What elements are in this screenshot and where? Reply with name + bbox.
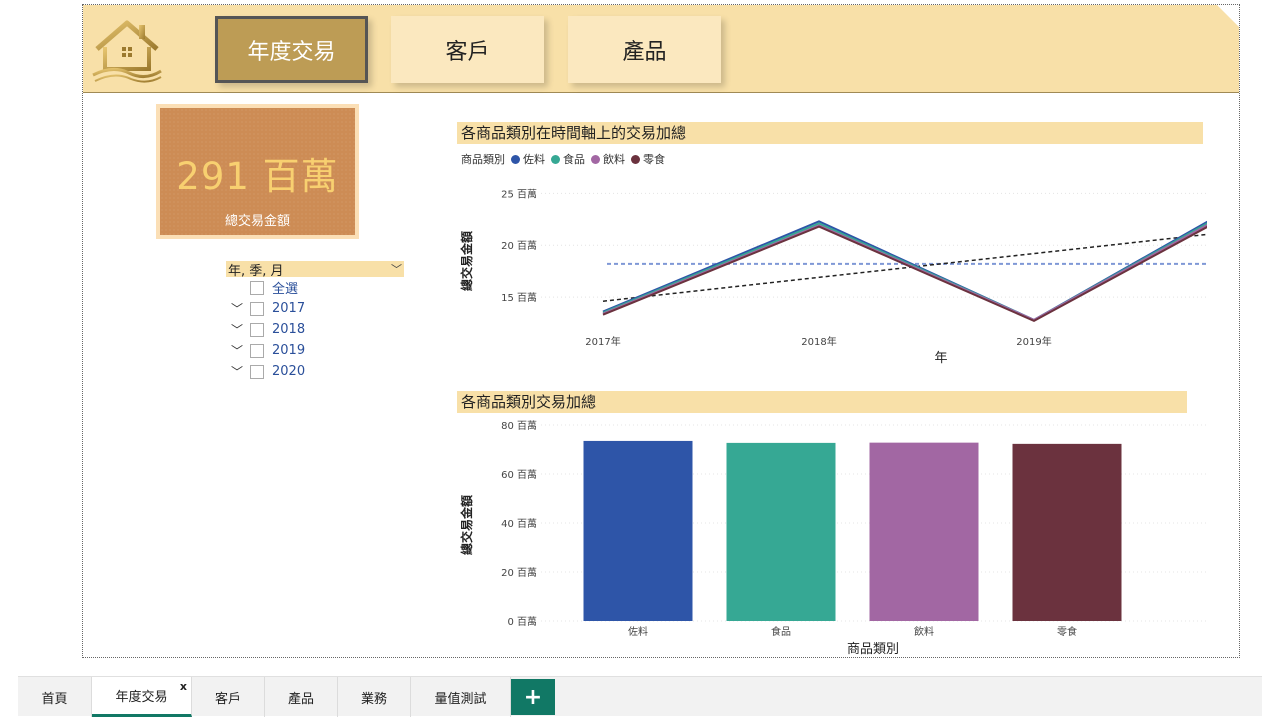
checkbox[interactable] <box>250 343 264 358</box>
x-tick-label: 零食 <box>1057 625 1077 638</box>
tab-customer[interactable]: 客戶 <box>192 677 265 717</box>
bar-chart[interactable]: 80 百萬 60 百萬 40 百萬 20 百萬 0 百萬 總交易金額佐料 食品 飲料 零食商品類… <box>447 415 1207 655</box>
tab-home[interactable]: 首頁 <box>18 677 92 717</box>
legend-item[interactable]: 零食 <box>631 151 665 167</box>
nav-customer-button[interactable]: 客戶 <box>391 16 544 83</box>
date-slicer: 年, 季, 月 ﹀ 全選 ﹀ 2017 ﹀ 2018 ﹀ 2019 ﹀ 2020 <box>226 261 404 382</box>
kpi-label: 總交易金額 <box>224 214 290 229</box>
y-tick-label: 20 百萬 <box>501 239 537 252</box>
legend-title: 商品類別 <box>461 153 505 166</box>
line-chart-title: 各商品類別在時間軸上的交易加總 <box>457 122 1203 144</box>
tab-sales[interactable]: 業務 <box>338 677 411 717</box>
y-tick-label: 40 百萬 <box>501 517 537 530</box>
trend-line <box>602 233 1207 302</box>
checkbox[interactable] <box>250 322 264 337</box>
y-tick-label: 25 百萬 <box>501 187 537 200</box>
slicer-item-2019[interactable]: ﹀ 2019 <box>226 340 404 361</box>
bar-零食 <box>1012 443 1122 621</box>
tab-product[interactable]: 產品 <box>265 677 338 717</box>
report-canvas: 年度交易 客戶 產品 291 百萬 總交易金額 年, 季, 月 ﹀ 全選 ﹀ 2… <box>82 4 1240 658</box>
slicer-item-label: 2018 <box>272 322 306 337</box>
expand-chevron-icon[interactable]: ﹀ <box>226 321 248 338</box>
nav-product-button[interactable]: 產品 <box>568 16 721 83</box>
bar-chart-title: 各商品類別交易加總 <box>457 391 1187 413</box>
y-axis-label: 總交易金額 <box>459 231 474 291</box>
legend-item[interactable]: 食品 <box>551 151 585 167</box>
report-header: 年度交易 客戶 產品 <box>83 5 1239 93</box>
slicer-item-label: 2017 <box>272 301 306 316</box>
checkbox[interactable] <box>250 301 264 316</box>
bar-食品 <box>726 442 836 621</box>
legend-dot <box>511 154 520 164</box>
slicer-item-2018[interactable]: ﹀ 2018 <box>226 319 404 340</box>
line-chart[interactable]: 25 百萬20 百萬15 百萬總交易金額2017年2018年2019年2020年… <box>447 173 1207 368</box>
legend-item[interactable]: 飲料 <box>591 151 625 167</box>
legend-item[interactable]: 佐料 <box>511 151 545 167</box>
kpi-value: 291 百萬 <box>176 155 339 198</box>
add-page-button[interactable]: + <box>511 679 555 715</box>
legend-dot <box>591 154 600 164</box>
y-tick-label: 0 百萬 <box>507 615 537 628</box>
legend-dot <box>631 154 640 164</box>
checkbox[interactable] <box>250 280 264 295</box>
slicer-title: 年, 季, 月 <box>228 263 284 279</box>
tab-annual-transactions[interactable]: 年度交易 x <box>92 677 192 717</box>
slicer-select-all[interactable]: 全選 <box>226 277 404 298</box>
total-amount-card: 291 百萬 總交易金額 <box>156 104 359 239</box>
x-tick-label: 2019年 <box>1016 335 1051 348</box>
bar-佐料 <box>583 440 693 621</box>
page-fold <box>1217 5 1239 27</box>
x-tick-label: 2018年 <box>801 335 836 348</box>
x-axis-label: 年 <box>934 351 947 366</box>
y-tick-label: 20 百萬 <box>501 566 537 579</box>
close-icon[interactable]: x <box>180 680 187 693</box>
x-tick-label: 食品 <box>771 625 791 638</box>
nav-annual-transactions-button[interactable]: 年度交易 <box>215 16 368 83</box>
tab-measure-test[interactable]: 量值測試 <box>411 677 511 717</box>
line-chart-legend: 商品類別 佐料 食品 飲料 零食 <box>461 151 665 167</box>
expand-chevron-icon[interactable]: ﹀ <box>226 363 248 380</box>
x-axis-label: 商品類別 <box>847 642 899 655</box>
x-tick-label: 飲料 <box>914 625 934 638</box>
y-tick-label: 15 百萬 <box>501 291 537 304</box>
slicer-item-2020[interactable]: ﹀ 2020 <box>226 361 404 382</box>
slicer-item-label: 2020 <box>272 364 306 379</box>
house-logo-icon <box>92 20 162 83</box>
slicer-header[interactable]: 年, 季, 月 ﹀ <box>226 261 404 279</box>
slicer-item-label: 全選 <box>272 282 299 297</box>
legend-dot <box>551 154 560 164</box>
series-line-佐料 <box>602 220 1207 322</box>
checkbox[interactable] <box>250 364 264 379</box>
y-tick-label: 80 百萬 <box>501 419 537 432</box>
slicer-item-2017[interactable]: ﹀ 2017 <box>226 298 404 319</box>
bar-飲料 <box>869 442 979 621</box>
slicer-item-label: 2019 <box>272 343 306 358</box>
expand-chevron-icon[interactable]: ﹀ <box>226 300 248 317</box>
chevron-down-icon[interactable]: ﹀ <box>391 261 402 277</box>
expand-chevron-icon[interactable]: ﹀ <box>226 342 248 359</box>
x-tick-label: 佐料 <box>628 625 648 638</box>
y-tick-label: 60 百萬 <box>501 468 537 481</box>
x-tick-label: 2017年 <box>585 335 620 348</box>
y-axis-label: 總交易金額 <box>459 495 474 555</box>
page-tab-bar: 首頁 年度交易 x 客戶 產品 業務 量值測試 + <box>18 676 1262 717</box>
